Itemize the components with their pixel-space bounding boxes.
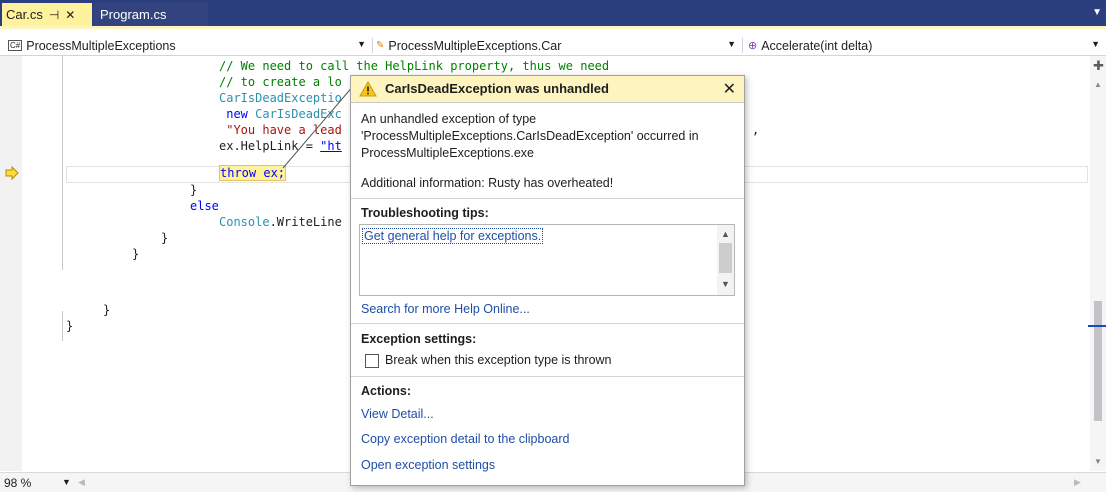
code-line: } bbox=[103, 303, 110, 319]
document-tab-bar: Car.cs ⊣ ✕ Program.cs ▼ bbox=[0, 0, 1106, 29]
code-line: , bbox=[752, 123, 759, 139]
split-window-icon[interactable]: ✚ bbox=[1093, 58, 1104, 74]
general-help-link[interactable]: Get general help for exceptions. bbox=[362, 228, 544, 244]
close-icon[interactable]: ✕ bbox=[723, 79, 736, 99]
break-when-thrown-checkbox[interactable] bbox=[365, 354, 379, 368]
code-line: Console.WriteLine bbox=[219, 215, 342, 231]
code-line: } bbox=[161, 231, 168, 247]
scrollbar-thumb[interactable] bbox=[1094, 301, 1102, 421]
zoom-level[interactable]: 98 % bbox=[4, 476, 31, 490]
divider bbox=[351, 376, 744, 377]
close-tab-icon[interactable]: ✕ bbox=[65, 8, 75, 22]
code-comment: // to create a lo bbox=[219, 75, 342, 89]
code-line: } bbox=[132, 247, 139, 263]
tips-scrollbar[interactable]: ▲ ▼ bbox=[717, 225, 734, 295]
csharp-project-icon: C# bbox=[8, 40, 23, 51]
class-icon: ✎ bbox=[376, 40, 385, 51]
chevron-down-icon: ▼ bbox=[1091, 39, 1100, 49]
additional-information: Additional information: Rusty has overhe… bbox=[361, 176, 614, 190]
code-line: throw ex; bbox=[219, 165, 287, 182]
scrollbar-thumb[interactable] bbox=[719, 243, 732, 273]
troubleshooting-tips-heading: Troubleshooting tips: bbox=[361, 206, 489, 220]
type-dropdown[interactable]: ✎ ProcessMultipleExceptions.Car ▼ bbox=[376, 37, 740, 54]
code-type: CarIsDeadExceptio bbox=[219, 91, 342, 105]
dialog-header: CarIsDeadException was unhandled ✕ bbox=[351, 76, 744, 103]
code-line: "You have a lead bbox=[219, 123, 342, 139]
view-detail-link[interactable]: View Detail... bbox=[361, 407, 434, 421]
project-dropdown[interactable]: C# ProcessMultipleExceptions ▼ bbox=[8, 37, 370, 54]
scroll-right-arrow-icon[interactable]: ▶ bbox=[1074, 477, 1081, 488]
code-line: else bbox=[190, 199, 219, 215]
tab-overflow-dropdown-icon[interactable]: ▼ bbox=[1092, 7, 1102, 18]
dialog-title: CarIsDeadException was unhandled bbox=[385, 81, 609, 96]
code-brace: } bbox=[190, 183, 198, 197]
tab-program-cs[interactable]: Program.cs bbox=[94, 3, 208, 26]
scroll-up-arrow-icon[interactable]: ▲ bbox=[1094, 80, 1102, 89]
code-line: CarIsDeadExceptio bbox=[219, 91, 342, 107]
code-type: Console bbox=[219, 215, 270, 229]
warning-icon bbox=[359, 81, 377, 97]
code-comment: // We need to call the HelpLink property… bbox=[219, 59, 610, 73]
throw-statement: throw ex; bbox=[219, 165, 287, 181]
code-keyword: else bbox=[190, 199, 219, 213]
outline-guide bbox=[62, 311, 63, 341]
break-when-thrown-label[interactable]: Break when this exception type is thrown bbox=[385, 353, 612, 367]
project-name: ProcessMultipleExceptions bbox=[26, 38, 176, 53]
code-type: CarIsDeadExc bbox=[255, 107, 342, 121]
member-dropdown[interactable]: ⊕ Accelerate(int delta) ▼ bbox=[748, 37, 1104, 54]
search-help-online-link[interactable]: Search for more Help Online... bbox=[361, 302, 530, 316]
code-line: new CarIsDeadExc bbox=[219, 107, 342, 123]
divider bbox=[351, 198, 744, 199]
tab-label: Car.cs bbox=[6, 7, 43, 22]
method-icon: ⊕ bbox=[748, 40, 758, 52]
code-brace: } bbox=[132, 247, 140, 261]
troubleshooting-tips-list[interactable]: Get general help for exceptions. ▲ ▼ bbox=[359, 224, 735, 296]
chevron-down-icon: ▼ bbox=[727, 39, 736, 49]
tab-label: Program.cs bbox=[100, 7, 167, 22]
divider bbox=[372, 38, 373, 53]
scroll-up-arrow-icon[interactable]: ▲ bbox=[721, 229, 730, 239]
code-keyword: new bbox=[226, 107, 248, 121]
code-brace: } bbox=[66, 319, 74, 333]
exception-assistant-dialog: CarIsDeadException was unhandled ✕ An un… bbox=[350, 75, 745, 486]
member-name: Accelerate(int delta) bbox=[761, 38, 873, 53]
scroll-down-arrow-icon[interactable]: ▼ bbox=[721, 279, 730, 289]
code-line: ex.HelpLink = "ht bbox=[219, 139, 342, 155]
chevron-down-icon: ▼ bbox=[357, 39, 366, 49]
code-string: "You have a lead bbox=[226, 123, 342, 137]
caret-position-marker bbox=[1088, 325, 1106, 327]
outline-guide bbox=[62, 56, 63, 270]
code-string-link[interactable]: "ht bbox=[320, 139, 342, 153]
vertical-scrollbar[interactable]: ✚ ▲ ▼ bbox=[1090, 56, 1106, 471]
open-exception-settings-link[interactable]: Open exception settings bbox=[361, 458, 495, 472]
navigation-bar: C# ProcessMultipleExceptions ▼ ✎ Process… bbox=[0, 36, 1106, 56]
code-line: // We need to call the HelpLink property… bbox=[219, 59, 609, 75]
code-brace: } bbox=[103, 303, 111, 317]
copy-exception-detail-link[interactable]: Copy exception detail to the clipboard bbox=[361, 432, 569, 446]
tab-car-cs[interactable]: Car.cs ⊣ ✕ bbox=[2, 3, 92, 26]
zoom-dropdown-icon[interactable]: ▼ bbox=[62, 477, 71, 487]
divider bbox=[742, 38, 743, 53]
scroll-down-arrow-icon[interactable]: ▼ bbox=[1094, 457, 1102, 466]
code-line: // to create a lo bbox=[219, 75, 342, 91]
type-name: ProcessMultipleExceptions.Car bbox=[388, 38, 562, 53]
code-identifier: .WriteLine bbox=[269, 215, 342, 229]
code-text: // We need to call the HelpLink property… bbox=[0, 56, 759, 333]
divider bbox=[351, 323, 744, 324]
code-brace: } bbox=[161, 231, 169, 245]
code-punctuation: , bbox=[752, 123, 760, 137]
actions-heading: Actions: bbox=[361, 384, 411, 398]
code-line: } bbox=[190, 183, 197, 199]
scroll-left-arrow-icon[interactable]: ◀ bbox=[78, 477, 85, 488]
code-line: } bbox=[66, 319, 73, 335]
pin-icon[interactable]: ⊣ bbox=[49, 8, 59, 22]
code-identifier: ex.HelpLink = bbox=[219, 139, 321, 153]
exception-settings-heading: Exception settings: bbox=[361, 332, 477, 346]
exception-message: An unhandled exception of type 'ProcessM… bbox=[361, 112, 699, 160]
